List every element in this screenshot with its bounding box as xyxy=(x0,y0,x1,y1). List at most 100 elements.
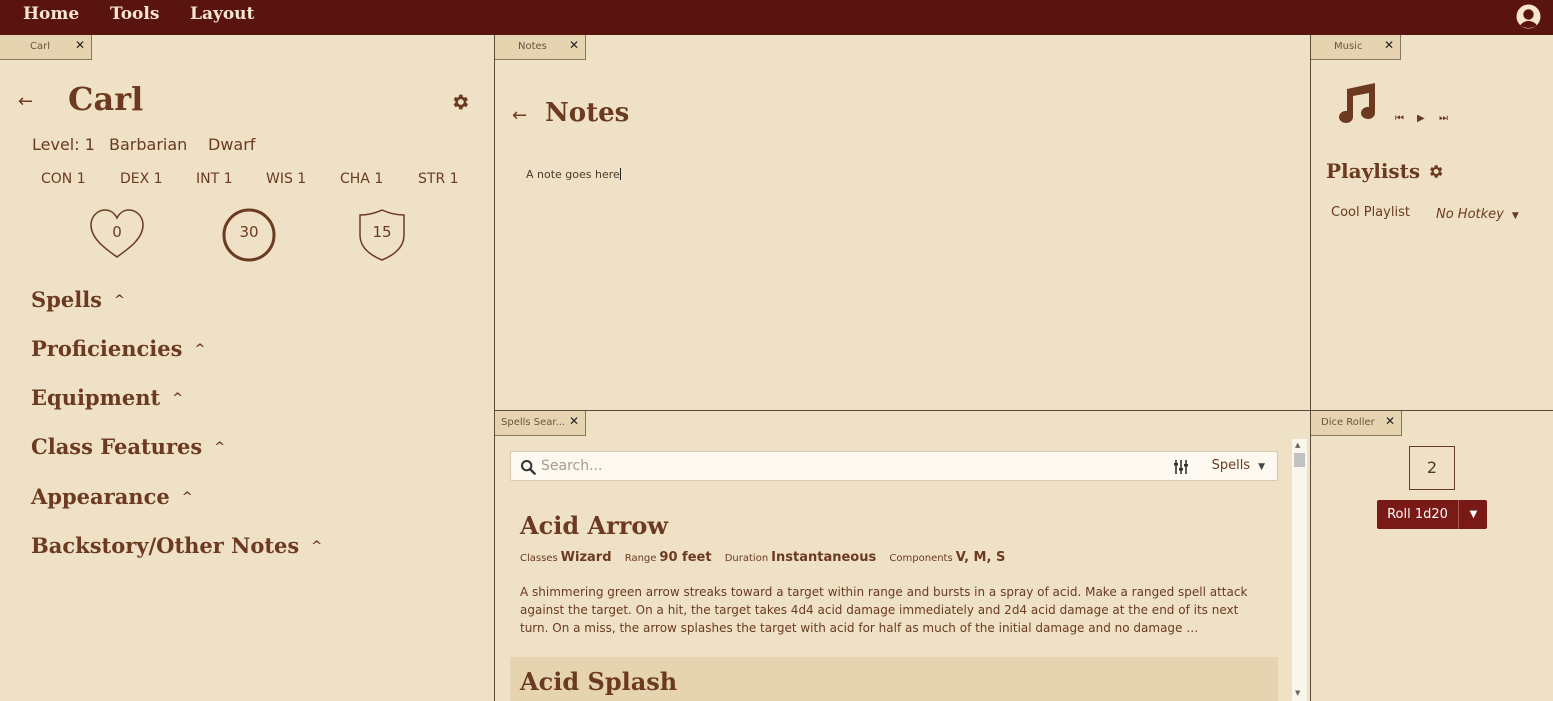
spell-title[interactable]: Acid Splash xyxy=(520,667,677,696)
section-class-features[interactable]: Class Features ^ xyxy=(31,434,225,459)
tab-dice-roller[interactable]: Dice Roller ✕ xyxy=(1311,411,1402,436)
roll-options-caret-icon[interactable]: ▼ xyxy=(1460,500,1487,529)
section-label: Backstory/Other Notes xyxy=(31,533,300,558)
character-race: Dwarf xyxy=(208,135,256,154)
search-input[interactable] xyxy=(541,456,1141,476)
tab-label: Music xyxy=(1334,41,1363,52)
close-icon[interactable]: ✕ xyxy=(569,414,579,428)
search-box: Spells ▼ xyxy=(510,451,1278,481)
armor-class-value: 15 xyxy=(372,223,392,241)
meta-value: V, M, S xyxy=(955,550,1006,565)
scroll-up-icon[interactable]: ▲ xyxy=(1295,441,1300,449)
close-icon[interactable]: ✕ xyxy=(569,38,579,52)
user-account-icon[interactable] xyxy=(1516,4,1541,29)
spell-title[interactable]: Acid Arrow xyxy=(520,511,668,540)
section-label: Proficiencies xyxy=(31,336,183,361)
notes-title: Notes xyxy=(545,98,630,128)
dice-result: 2 xyxy=(1409,446,1455,490)
chevron-up-icon: ^ xyxy=(311,539,323,554)
skip-next-icon[interactable]: ⏭ xyxy=(1439,113,1448,124)
play-icon[interactable]: ▶ xyxy=(1417,113,1425,124)
tab-spells-search[interactable]: Spells Sear... ✕ xyxy=(495,411,586,436)
section-label: Class Features xyxy=(31,434,203,459)
text-cursor xyxy=(619,168,621,180)
stat-wis: WIS 1 xyxy=(266,171,307,187)
top-menu-bar: Home Tools Layout xyxy=(0,0,1553,35)
skip-previous-icon[interactable]: ⏮ xyxy=(1395,113,1404,124)
section-appearance[interactable]: Appearance ^ xyxy=(31,484,193,509)
roll-button[interactable]: Roll 1d20 xyxy=(1377,500,1459,529)
scroll-thumb[interactable] xyxy=(1294,453,1305,467)
section-label: Appearance xyxy=(31,484,170,509)
music-note-icon xyxy=(1339,83,1375,123)
chevron-up-icon: ^ xyxy=(194,342,206,357)
type-filter-select[interactable]: Spells ▼ xyxy=(1212,458,1265,473)
spells-search-panel: Spells Sear... ✕ Spells ▼ Acid Arrow Clas… xyxy=(495,411,1310,701)
roll-split-button: Roll 1d20 ▼ xyxy=(1377,500,1487,529)
tab-label: Spells Sear... xyxy=(501,417,566,428)
section-label: Equipment xyxy=(31,385,161,410)
close-icon[interactable]: ✕ xyxy=(1385,414,1395,428)
section-spells[interactable]: Spells ^ xyxy=(31,287,125,312)
circle-badge-value: 30 xyxy=(239,223,259,241)
note-editor[interactable]: A note goes here xyxy=(526,168,621,181)
notes-panel: Notes ✕ ← Notes A note goes here xyxy=(495,35,1310,410)
meta-label: Range xyxy=(624,553,657,564)
search-icon xyxy=(521,460,536,475)
playlists-title: Playlists xyxy=(1326,159,1421,183)
scrollbar[interactable]: ▲ ▼ xyxy=(1292,439,1307,701)
section-label: Spells xyxy=(31,287,102,312)
scroll-down-icon[interactable]: ▼ xyxy=(1295,689,1300,697)
close-icon[interactable]: ✕ xyxy=(75,38,85,52)
meta-label: Components xyxy=(889,553,953,564)
chevron-up-icon: ^ xyxy=(172,391,184,406)
spell-meta: Classes Wizard Range 90 feet Duration Insta… xyxy=(520,550,1015,565)
section-proficiencies[interactable]: Proficiencies ^ xyxy=(31,336,205,361)
note-text: A note goes here xyxy=(526,168,620,181)
meta-label: Classes xyxy=(520,553,558,564)
stat-con: CON 1 xyxy=(41,171,86,187)
chevron-up-icon: ^ xyxy=(181,490,193,505)
tab-label: Dice Roller xyxy=(1321,417,1375,428)
menu-home[interactable]: Home xyxy=(23,4,79,24)
section-backstory[interactable]: Backstory/Other Notes ^ xyxy=(31,533,322,558)
type-filter-value: Spells xyxy=(1211,458,1251,473)
meta-value: Wizard xyxy=(560,550,612,565)
filter-sliders-icon[interactable] xyxy=(1173,459,1189,475)
stat-str: STR 1 xyxy=(418,171,459,187)
back-arrow-icon[interactable]: ← xyxy=(18,91,33,112)
stat-dex: DEX 1 xyxy=(120,171,163,187)
tab-label: Carl xyxy=(30,41,50,52)
menu-layout[interactable]: Layout xyxy=(190,4,254,24)
menu-tools[interactable]: Tools xyxy=(110,4,159,24)
chevron-up-icon: ^ xyxy=(214,440,226,455)
tab-notes[interactable]: Notes ✕ xyxy=(495,35,586,60)
meta-label: Duration xyxy=(724,553,769,564)
caret-down-icon: ▼ xyxy=(1258,462,1265,472)
gear-icon[interactable] xyxy=(1427,163,1444,180)
caret-down-icon: ▼ xyxy=(1511,211,1519,221)
spell-description: A shimmering green arrow streaks toward … xyxy=(520,585,1248,635)
music-panel: Music ✕ ⏮ ▶ ⏭ Playlists Cool Playlist No… xyxy=(1311,35,1553,410)
section-equipment[interactable]: Equipment ^ xyxy=(31,385,183,410)
back-arrow-icon[interactable]: ← xyxy=(512,105,527,126)
tab-carl[interactable]: Carl ✕ xyxy=(0,35,92,60)
hotkey-select[interactable]: No Hotkey ▼ xyxy=(1436,207,1519,222)
dice-roller-panel: Dice Roller ✕ 2 Roll 1d20 ▼ xyxy=(1311,411,1553,701)
character-name: Carl xyxy=(68,80,144,118)
gear-icon[interactable] xyxy=(450,92,470,112)
close-icon[interactable]: ✕ xyxy=(1384,38,1394,52)
hotkey-value: No Hotkey xyxy=(1436,207,1504,222)
playlist-item[interactable]: Cool Playlist xyxy=(1331,205,1410,220)
character-panel: Carl ✕ ← Carl Level: 1 Barbarian Dwarf C… xyxy=(0,35,494,701)
tab-label: Notes xyxy=(518,41,547,52)
character-class: Barbarian xyxy=(109,135,188,154)
stat-cha: CHA 1 xyxy=(340,171,384,187)
tab-music[interactable]: Music ✕ xyxy=(1311,35,1401,60)
meta-value: 90 feet xyxy=(659,550,712,565)
character-level: Level: 1 xyxy=(32,135,95,154)
chevron-up-icon: ^ xyxy=(114,293,125,308)
hit-points-value: 0 xyxy=(112,223,122,241)
stat-int: INT 1 xyxy=(196,171,233,187)
meta-value: Instantaneous xyxy=(771,550,877,565)
